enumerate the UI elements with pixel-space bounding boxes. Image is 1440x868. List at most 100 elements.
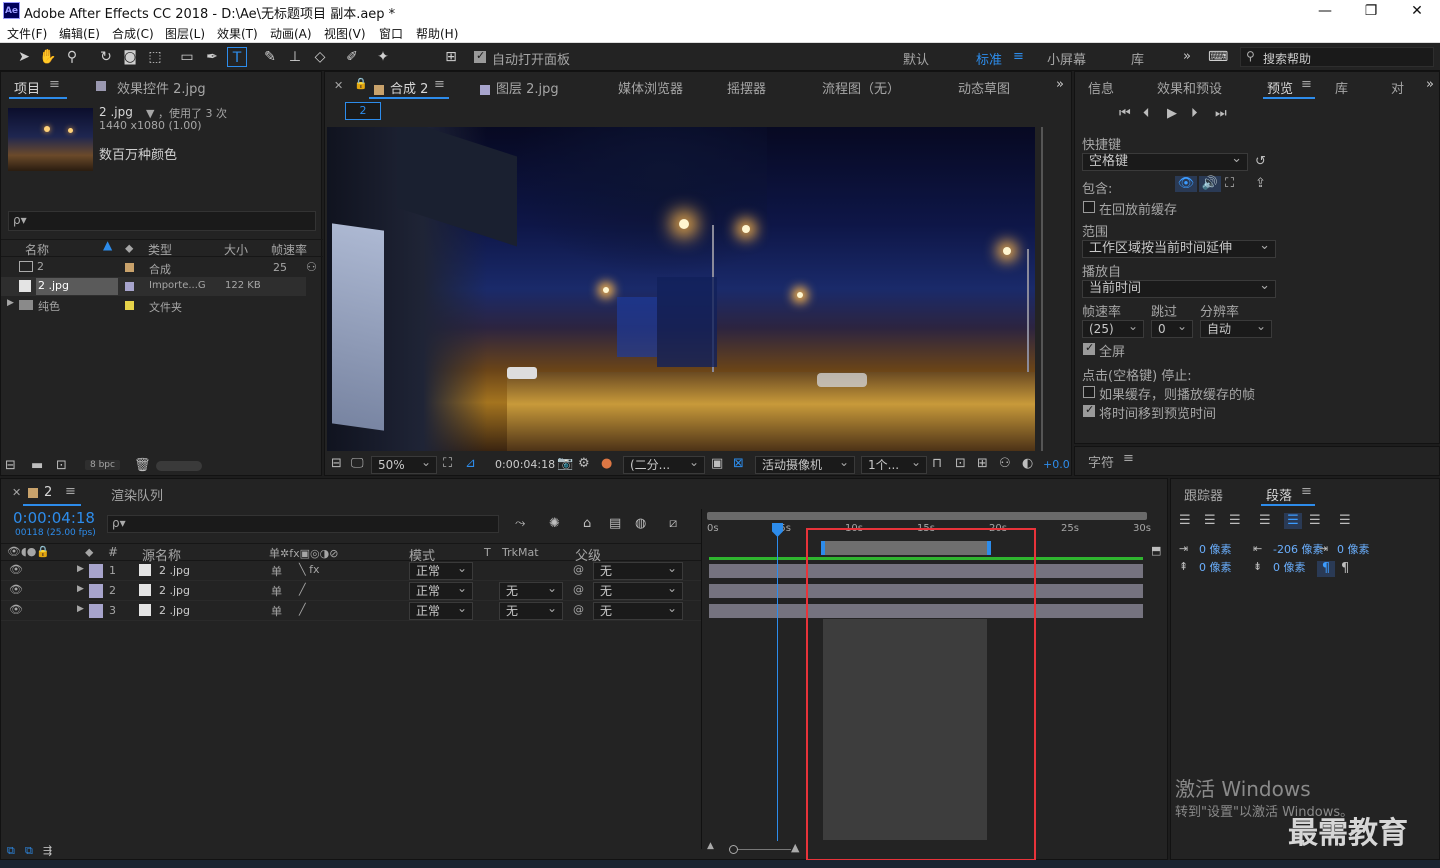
clone-stamp-tool-icon[interactable]: ⊥: [285, 47, 305, 67]
menu-file[interactable]: 文件(F): [7, 25, 47, 42]
camera-dropdown[interactable]: 活动摄像机: [755, 454, 855, 474]
pickwhip-icon[interactable]: @: [573, 603, 584, 616]
tab-wiggler[interactable]: 摇摆器: [727, 78, 766, 97]
justify-center-icon[interactable]: ☰: [1284, 513, 1302, 529]
views-dropdown[interactable]: 1个...: [861, 454, 927, 474]
camera-tool-icon[interactable]: ◙: [120, 47, 140, 67]
channel-icon[interactable]: ●: [601, 456, 612, 472]
range-dropdown[interactable]: 工作区域按当前时间延伸: [1082, 238, 1276, 258]
type-tool-icon[interactable]: T: [227, 47, 247, 67]
reset-exposure-icon[interactable]: ◐: [1022, 456, 1033, 472]
playhead[interactable]: [777, 523, 778, 841]
thumbnail-slider[interactable]: [156, 461, 202, 471]
snapshot-icon[interactable]: 📷: [557, 456, 573, 472]
menu-layer[interactable]: 图层(L): [165, 25, 205, 42]
zoom-tool-icon[interactable]: ⚲: [62, 47, 82, 67]
tab-effects-presets[interactable]: 效果和预设: [1157, 78, 1222, 97]
menu-view[interactable]: 视图(V): [324, 25, 366, 42]
current-time[interactable]: 0:00:04:18: [13, 509, 95, 527]
comp-mini-flowchart-icon[interactable]: ⤳: [515, 516, 525, 532]
layer-row[interactable]: 👁 ▶ 2 2 .jpg 单 ╱ 正常 无 @ 无: [1, 580, 701, 601]
interpret-footage-icon[interactable]: ⊟: [5, 458, 16, 474]
tab-info[interactable]: 信息: [1088, 78, 1114, 97]
transparency-grid-icon[interactable]: ⊠: [733, 456, 744, 472]
workspace-standard[interactable]: 标准: [976, 49, 1002, 68]
column-size[interactable]: 大小: [224, 241, 248, 258]
skip-dropdown[interactable]: 0: [1151, 318, 1193, 338]
menu-edit[interactable]: 编辑(E): [59, 25, 100, 42]
roto-brush-tool-icon[interactable]: ✐: [342, 47, 362, 67]
parent-dropdown[interactable]: 无: [593, 580, 683, 600]
time-navigator[interactable]: [707, 512, 1147, 520]
timeline-search-input[interactable]: ρ▾: [107, 515, 499, 533]
frame-blending-icon[interactable]: ▤: [609, 516, 621, 532]
help-search-box[interactable]: ⚲ 搜索帮助: [1240, 47, 1434, 67]
justify-all-icon[interactable]: ☰: [1339, 513, 1351, 529]
always-preview-icon[interactable]: ⊟: [331, 456, 342, 472]
rtl-direction-icon[interactable]: ¶: [1341, 561, 1349, 577]
bpc-button[interactable]: 8 bpc: [85, 460, 120, 470]
comp-breadcrumb[interactable]: 2: [345, 102, 381, 120]
minimize-button[interactable]: —: [1302, 0, 1348, 23]
pen-tool-icon[interactable]: ✒: [202, 47, 222, 67]
new-composition-icon[interactable]: ⊡: [56, 458, 67, 474]
menu-animation[interactable]: 动画(A): [270, 25, 312, 42]
menu-window[interactable]: 窗口: [379, 25, 403, 42]
tab-preview[interactable]: 预览: [1267, 78, 1293, 97]
expand-arrow-icon[interactable]: ▶: [77, 604, 84, 614]
graph-editor-icon[interactable]: ⧄: [669, 516, 677, 532]
expand-arrow-icon[interactable]: ▶: [7, 298, 14, 308]
brush-tool-icon[interactable]: ✎: [260, 47, 280, 67]
workspace-library[interactable]: 库: [1131, 49, 1144, 68]
move-time-checkbox[interactable]: [1083, 403, 1095, 417]
workspace-default[interactable]: 默认: [903, 49, 929, 68]
shy-switch-icon[interactable]: 单: [271, 563, 282, 579]
quality-switch-icon[interactable]: ╱: [299, 603, 306, 616]
shy-layers-icon[interactable]: ⌂: [583, 516, 591, 532]
label-color-swatch[interactable]: [89, 564, 103, 578]
quality-switch-icon[interactable]: ╱: [299, 583, 306, 596]
trash-icon[interactable]: 🗑: [134, 458, 151, 474]
menu-effect[interactable]: 效果(T): [217, 25, 258, 42]
tab-character[interactable]: 字符: [1088, 452, 1114, 471]
toggle-pixel-icon[interactable]: ⊓: [932, 456, 942, 472]
fast-preview-icon[interactable]: ⊡: [955, 456, 966, 472]
tab-paragraph[interactable]: 段落: [1266, 485, 1292, 504]
shortcut-dropdown[interactable]: 空格键: [1082, 151, 1248, 171]
tab-libraries[interactable]: 库: [1335, 78, 1348, 97]
frame-rate-dropdown[interactable]: (25): [1082, 318, 1144, 338]
workspace-menu-icon[interactable]: ≡: [1013, 49, 1024, 64]
hand-tool-icon[interactable]: ✋: [38, 47, 58, 67]
panel-menu-icon[interactable]: ≡: [49, 77, 60, 92]
project-item[interactable]: ▶ 纯色 文件夹: [1, 296, 306, 315]
close-tab-icon[interactable]: ✕: [334, 79, 343, 92]
rotate-tool-icon[interactable]: ↻: [96, 47, 116, 67]
resolution-dropdown[interactable]: 自动: [1200, 318, 1272, 338]
zoom-dropdown[interactable]: 50%: [371, 454, 437, 474]
tab-timeline-comp[interactable]: 2: [44, 485, 52, 500]
menu-composition[interactable]: 合成(C): [112, 25, 154, 42]
align-center-icon[interactable]: ☰: [1204, 513, 1216, 529]
timeline-icon[interactable]: ⊞: [977, 456, 988, 472]
visibility-eye-icon[interactable]: 👁: [9, 563, 23, 576]
cache-before-playback-checkbox[interactable]: [1083, 201, 1095, 213]
help-search-input[interactable]: 搜索帮助: [1263, 50, 1311, 67]
close-tab-icon[interactable]: ✕: [12, 486, 21, 499]
project-search-input[interactable]: ρ▾: [8, 211, 316, 231]
menu-help[interactable]: 帮助(H): [416, 25, 458, 42]
parent-dropdown[interactable]: 无: [593, 560, 683, 580]
column-type[interactable]: 类型: [148, 241, 172, 258]
ltr-direction-icon[interactable]: ¶: [1317, 561, 1335, 577]
play-from-dropdown[interactable]: 当前时间: [1082, 278, 1276, 298]
tab-overflow[interactable]: 对: [1391, 78, 1404, 97]
puppet-pin-tool-icon[interactable]: ✦: [373, 47, 393, 67]
draft-3d-icon[interactable]: ✺: [549, 516, 560, 532]
export-icon[interactable]: ⇪: [1255, 176, 1266, 192]
shy-switch-icon[interactable]: 单: [271, 583, 282, 599]
shy-switch-icon[interactable]: 单: [271, 603, 282, 619]
tab-tracker[interactable]: 跟踪器: [1184, 485, 1223, 504]
panel-menu-icon[interactable]: ≡: [434, 77, 445, 92]
comp-marker-icon[interactable]: ⬒: [1151, 543, 1161, 559]
show-snapshot-icon[interactable]: ⚙: [578, 456, 590, 472]
monitor-icon[interactable]: 🖵: [351, 456, 364, 472]
